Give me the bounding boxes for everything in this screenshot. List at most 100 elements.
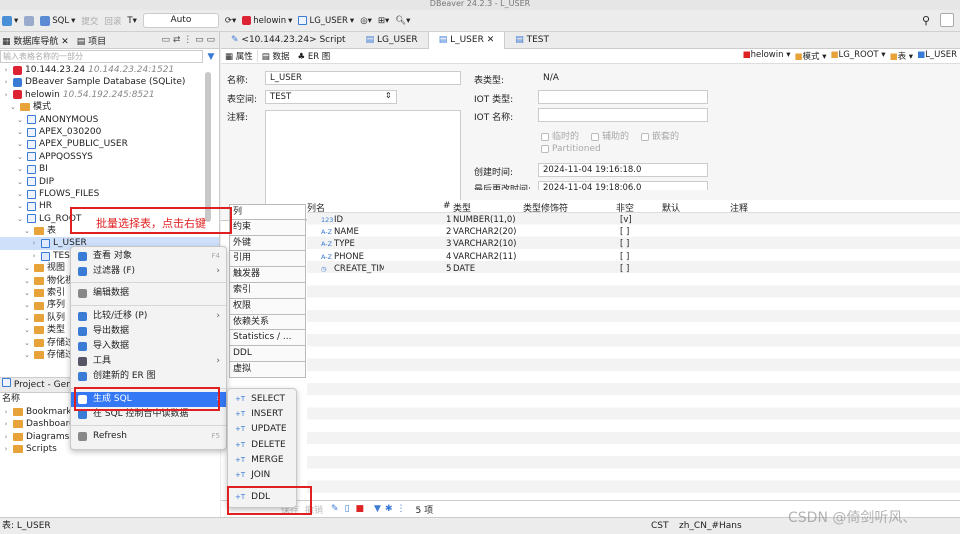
- editor-tab[interactable]: ▤ L_USER ✕: [427, 31, 506, 49]
- chevron-icon[interactable]: ⌄: [16, 213, 24, 225]
- tab-properties[interactable]: ▦ 属性: [221, 50, 258, 62]
- tree-item[interactable]: ⌄ BI: [0, 163, 219, 175]
- tree-item[interactable]: ⌄ 模式: [0, 101, 219, 113]
- chevron-icon[interactable]: ›: [2, 76, 10, 88]
- chevron-icon[interactable]: ⌄: [23, 324, 31, 336]
- chevron-icon[interactable]: ⌄: [16, 126, 24, 138]
- chevron-icon[interactable]: ⌄: [23, 299, 31, 311]
- chevron-icon[interactable]: ⌄: [9, 101, 17, 113]
- column-notnull[interactable]: [ ]: [620, 252, 629, 262]
- layout-icon[interactable]: ⋮: [397, 504, 406, 514]
- side-tab[interactable]: 列: [229, 204, 306, 220]
- grid-header-cell[interactable]: 默认: [662, 201, 680, 214]
- sql-submenu-item[interactable]: +T DELETE: [228, 438, 296, 453]
- history-button[interactable]: ⟳▾: [225, 16, 236, 26]
- partitioned-checkbox[interactable]: Partitioned: [541, 144, 601, 154]
- name-input[interactable]: L_USER: [265, 71, 461, 85]
- chevron-icon[interactable]: ›: [30, 237, 38, 249]
- grid-header-cell[interactable]: 注释: [730, 201, 748, 214]
- chevron-icon[interactable]: ⌄: [16, 138, 24, 150]
- delete-icon[interactable]: ■: [356, 504, 365, 514]
- context-menu-item[interactable]: Refresh F5: [71, 429, 226, 444]
- auto-commit-select[interactable]: Auto: [142, 13, 219, 28]
- editor-tab[interactable]: ▤ TEST: [505, 32, 559, 49]
- chevron-icon[interactable]: ⌄: [16, 176, 24, 188]
- chevron-icon[interactable]: ⌄: [16, 151, 24, 163]
- grid-header-cell[interactable]: #: [443, 201, 451, 211]
- chevron-icon[interactable]: ⌄: [23, 337, 31, 349]
- chevron-icon[interactable]: ›: [30, 250, 38, 262]
- add-column-icon[interactable]: ▯: [345, 504, 350, 514]
- commit-button[interactable]: 提交: [81, 15, 98, 27]
- sql-editor-button[interactable]: SQL ▾: [40, 15, 75, 26]
- navigate-button[interactable]: ⊞▾: [378, 16, 389, 26]
- auxiliary-checkbox[interactable]: 辅助的: [591, 129, 629, 142]
- sql-submenu-item[interactable]: +T MERGE: [228, 453, 296, 468]
- chevron-icon[interactable]: ›: [2, 89, 10, 101]
- grid-header-cell[interactable]: 列名: [307, 201, 325, 214]
- nav-toolbar-icons[interactable]: ▭ ⇄ ⋮ ▭ ▭: [162, 35, 220, 45]
- side-tab[interactable]: 约束: [229, 219, 306, 236]
- chevron-icon[interactable]: ⌄: [16, 114, 24, 126]
- breadcrumb-item[interactable]: ■表 ▾: [890, 50, 914, 62]
- filter-icon[interactable]: ▼: [374, 504, 381, 514]
- rollback-button[interactable]: 回滚: [104, 15, 121, 27]
- iot-type-input[interactable]: [538, 90, 708, 104]
- side-tab[interactable]: 依赖关系: [229, 314, 306, 331]
- column-notnull[interactable]: [ ]: [620, 227, 629, 237]
- table-row[interactable]: 123 ID 1 NUMBER(11,0) [v]: [307, 215, 960, 227]
- column-notnull[interactable]: [v]: [620, 215, 632, 225]
- perspective-icon[interactable]: [940, 13, 954, 27]
- chevron-icon[interactable]: ⌄: [23, 262, 31, 274]
- tablespace-select[interactable]: TEST: [265, 90, 397, 104]
- chevron-icon[interactable]: ⌄: [16, 188, 24, 200]
- sql-submenu-item[interactable]: +T SELECT: [228, 392, 296, 407]
- table-row[interactable]: A-Z NAME 2 VARCHAR2(20) [ ]: [307, 227, 960, 239]
- chevron-icon[interactable]: ⌄: [16, 163, 24, 175]
- side-tab[interactable]: DDL: [229, 346, 306, 362]
- sql-submenu-item[interactable]: +T JOIN: [228, 468, 296, 483]
- column-notnull[interactable]: [ ]: [620, 239, 629, 249]
- side-tab[interactable]: Statistics / ...: [229, 330, 306, 347]
- tree-item[interactable]: ⌄ APEX_PUBLIC_USER: [0, 138, 219, 150]
- context-menu-item[interactable]: 编辑数据: [71, 286, 226, 301]
- edit-icon[interactable]: ✎: [331, 504, 339, 514]
- side-tab[interactable]: 权限: [229, 298, 306, 315]
- tree-item[interactable]: ⌄ DIP: [0, 176, 219, 188]
- chevron-icon[interactable]: ⌄: [23, 275, 31, 287]
- context-menu-item[interactable]: 导出数据: [71, 324, 226, 339]
- grid-header-cell[interactable]: 类型: [453, 201, 471, 214]
- side-tab[interactable]: 外键: [229, 235, 306, 252]
- side-tab[interactable]: 索引: [229, 282, 306, 299]
- new-connection-button[interactable]: ▾: [2, 15, 18, 26]
- search-menu-button[interactable]: 🔍︎▾: [395, 16, 410, 26]
- grid-header-cell[interactable]: 非空: [616, 201, 634, 214]
- sql-submenu-item[interactable]: +T UPDATE: [228, 422, 296, 437]
- breadcrumb-item[interactable]: ■L_USER: [917, 50, 957, 62]
- tree-item[interactable]: › DBeaver Sample Database (SQLite): [0, 76, 219, 88]
- side-tab[interactable]: 引用: [229, 251, 306, 268]
- tree-item[interactable]: ⌄ APPQOSSYS: [0, 151, 219, 163]
- context-menu-item[interactable]: 导入数据: [71, 339, 226, 354]
- chevron-icon[interactable]: ›: [2, 431, 10, 444]
- tree-item[interactable]: ⌄ FLOWS_FILES: [0, 188, 219, 200]
- side-tab[interactable]: 虚拟: [229, 361, 306, 378]
- tree-item[interactable]: ⌄ ANONYMOUS: [0, 114, 219, 126]
- connect-button[interactable]: [24, 15, 35, 26]
- tab-data[interactable]: ▤ 数据: [258, 50, 294, 62]
- chevron-icon[interactable]: ›: [2, 406, 10, 419]
- chevron-icon[interactable]: ⌄: [23, 287, 31, 299]
- breadcrumb-item[interactable]: ■LG_ROOT ▾: [831, 50, 886, 62]
- context-menu-item[interactable]: 比较/迁移 (P) ›: [71, 309, 226, 324]
- chevron-icon[interactable]: ⌄: [16, 200, 24, 212]
- tab-db-navigator[interactable]: ▦ 数据库导航 ✕: [2, 34, 69, 47]
- editor-tab[interactable]: ▤ LG_USER: [356, 32, 428, 49]
- tab-er[interactable]: ♣ ER 图: [294, 50, 335, 62]
- context-menu-item[interactable]: 查看 对象 F4: [71, 249, 226, 264]
- tree-scrollbar[interactable]: [205, 72, 211, 222]
- settings-icon[interactable]: ✱: [385, 504, 393, 514]
- editor-tab[interactable]: ✎ <10.144.23.24> Script: [221, 32, 356, 49]
- chevron-icon[interactable]: ⌄: [23, 349, 31, 361]
- close-icon[interactable]: ✕: [484, 35, 495, 45]
- context-menu-item[interactable]: 工具 ›: [71, 354, 226, 369]
